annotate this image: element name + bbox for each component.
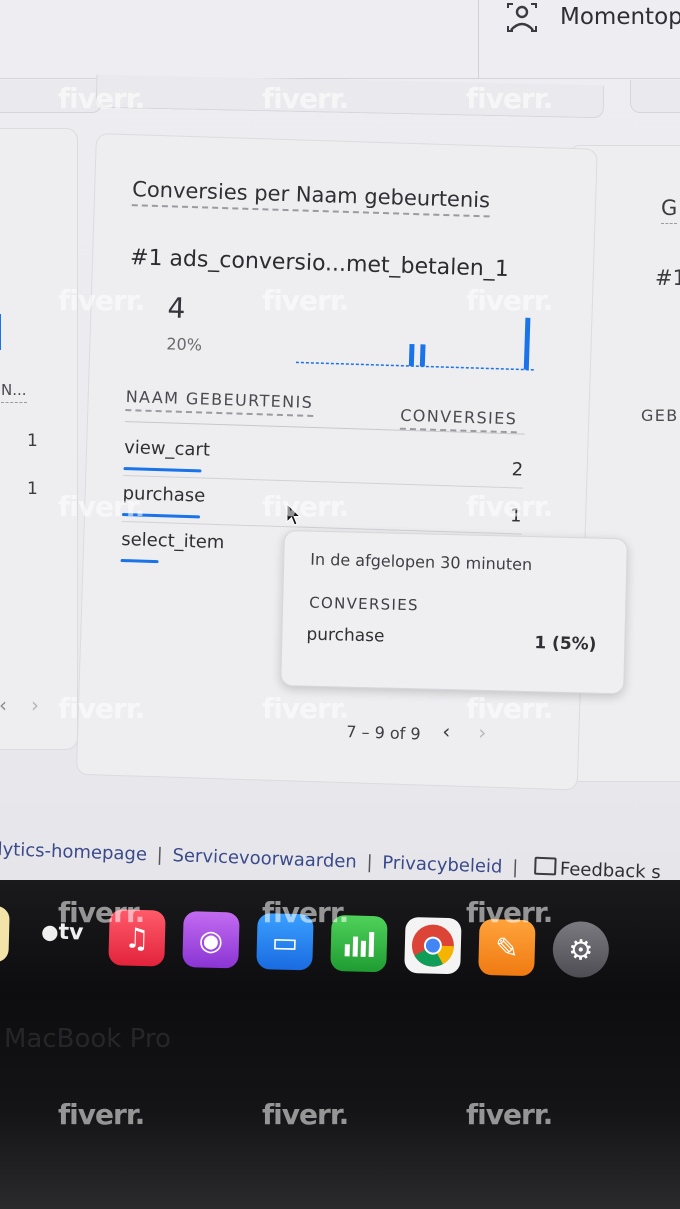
- footer-separator: |: [366, 851, 373, 874]
- left-card-prev-button[interactable]: ‹: [0, 693, 7, 717]
- watermark: fiverr.: [466, 82, 553, 115]
- conversion-tooltip: In de afgelopen 30 minuten CONVERSIES pu…: [280, 530, 628, 695]
- sparkline-bar: [408, 343, 415, 367]
- sparkline-baseline: [295, 361, 536, 371]
- left-card-value-1: 1: [27, 431, 38, 451]
- watermark: fiverr.: [466, 284, 553, 317]
- momento-icon[interactable]: [504, 2, 540, 34]
- top-bar: Momentop: [0, 0, 680, 79]
- watermark: fiverr.: [58, 692, 145, 725]
- tooltip-header: In de afgelopen 30 minuten: [310, 549, 533, 575]
- right-card-column-header: GEB: [641, 406, 679, 425]
- right-card-top-item: #1: [655, 266, 680, 290]
- top-event-value: 4: [167, 291, 186, 325]
- row-name-view-cart: view_cart: [123, 437, 211, 461]
- card-left: N... 1 1 ‹ ›: [0, 128, 78, 750]
- sparkline-chart: [295, 317, 536, 371]
- watermark: fiverr.: [262, 82, 349, 115]
- left-card-bar: [0, 314, 1, 350]
- footer-separator: |: [511, 856, 519, 879]
- footer-separator: |: [156, 844, 164, 866]
- top-divider: [478, 0, 479, 78]
- left-card-value-2: 1: [27, 479, 38, 499]
- watermark: fiverr.: [262, 1098, 349, 1131]
- row-name-select-item: select_item: [120, 528, 225, 554]
- chrome-icon[interactable]: [404, 916, 462, 975]
- footer-link-privacy[interactable]: Privacybeleid: [382, 852, 503, 877]
- tooltip-value: 1 (5%): [534, 633, 597, 655]
- right-card-title: G: [661, 196, 678, 224]
- notes-icon[interactable]: [0, 905, 10, 963]
- watermark: fiverr.: [466, 692, 553, 725]
- row-value-view-cart: 2: [511, 459, 524, 481]
- watermark: fiverr.: [58, 896, 145, 929]
- row-bar-select-item: [120, 558, 159, 564]
- footer-links: lytics-homepage | Servicevoorwaarden | P…: [0, 838, 680, 885]
- watermark: fiverr.: [58, 284, 145, 317]
- momento-label[interactable]: Momentop: [560, 4, 680, 30]
- pagination-prev-button[interactable]: ‹: [442, 719, 451, 743]
- system-preferences-icon[interactable]: ⚙: [552, 920, 610, 979]
- card-title[interactable]: Conversies per Naam gebeurtenis: [131, 177, 491, 218]
- footer-link-terms[interactable]: Servicevoorwaarden: [172, 845, 357, 872]
- tooltip-metric: CONVERSIES: [309, 593, 420, 615]
- top-event-name: #1 ads_conversio...met_betalen_1: [129, 245, 510, 283]
- watermark: fiverr.: [466, 490, 553, 523]
- podcasts-icon[interactable]: ◉: [182, 911, 240, 969]
- sparkline-bar: [523, 317, 531, 370]
- watermark: fiverr.: [58, 1098, 145, 1131]
- watermark: fiverr.: [58, 490, 145, 523]
- watermark: fiverr.: [466, 1098, 553, 1131]
- left-card-column-header: N...: [1, 381, 27, 403]
- watermark: fiverr.: [58, 82, 145, 115]
- watermark: fiverr.: [262, 284, 349, 317]
- tooltip-event: purchase: [306, 624, 385, 647]
- watermark: fiverr.: [466, 896, 553, 929]
- top-event-percent: 20%: [166, 334, 203, 355]
- feedback-icon[interactable]: [533, 856, 557, 876]
- footer-link-homepage[interactable]: lytics-homepage: [0, 839, 147, 865]
- watermark: fiverr.: [262, 490, 349, 523]
- watermark: fiverr.: [262, 896, 349, 929]
- card-strip-right: [630, 80, 680, 113]
- browser-screen: Momentop N... 1 1 ‹ › G #1 GEB Conversie…: [0, 0, 680, 900]
- column-header-event-name[interactable]: NAAM GEBEURTENIS: [125, 387, 314, 417]
- watermark: fiverr.: [262, 692, 349, 725]
- column-header-conversions[interactable]: CONVERSIES: [399, 405, 518, 434]
- row-bar-view-cart: [123, 467, 202, 473]
- sparkline-bar: [419, 344, 426, 367]
- laptop-model-label: MacBook Pro: [4, 1024, 171, 1054]
- pagination-range: 7 – 9 of 9: [346, 722, 421, 744]
- left-card-next-button[interactable]: ›: [31, 693, 39, 717]
